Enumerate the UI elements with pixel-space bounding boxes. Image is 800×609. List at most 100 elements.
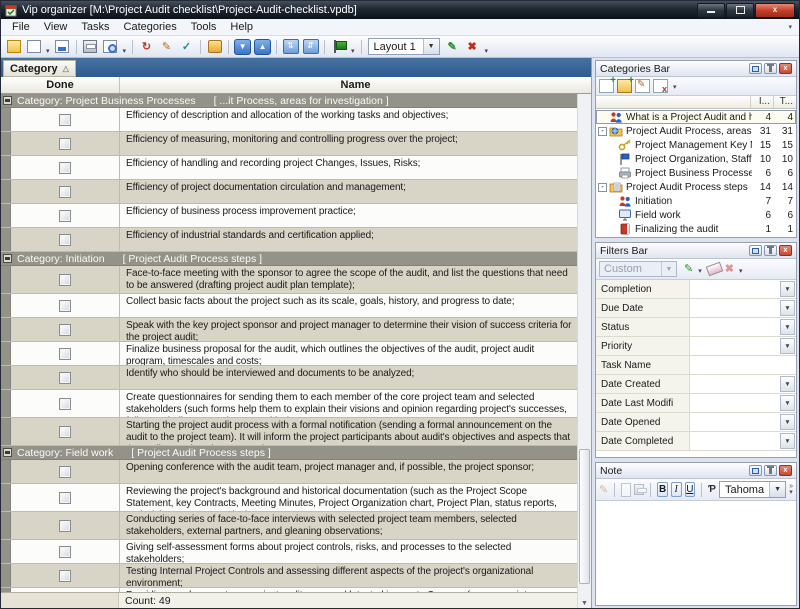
move-down-button[interactable]: ▼ xyxy=(233,38,252,56)
scrollbar-thumb[interactable] xyxy=(579,449,590,585)
underline-button[interactable]: U xyxy=(685,482,696,497)
collapse-group-icon[interactable] xyxy=(3,254,12,263)
filter-dropdown-icon[interactable]: ▼ xyxy=(780,281,795,297)
move-up-button[interactable]: ▲ xyxy=(253,38,272,56)
print-note-icon[interactable] xyxy=(634,484,644,495)
panel-close-button[interactable]: x xyxy=(779,63,792,74)
font-select[interactable]: Tahoma ▼ xyxy=(719,481,786,498)
task-checkbox[interactable] xyxy=(59,274,71,286)
collapse-node-icon[interactable]: - xyxy=(598,183,607,192)
task-row[interactable]: Conducting series of face-to-face interv… xyxy=(1,512,577,540)
task-checkbox[interactable] xyxy=(59,162,71,174)
task-checkbox[interactable] xyxy=(59,398,71,410)
task-row[interactable]: Efficiency of business process improveme… xyxy=(1,204,577,228)
panel-pin-button[interactable] xyxy=(764,465,777,476)
panel-pin-button[interactable] xyxy=(764,245,777,256)
category-row[interactable]: -Project Audit Process steps1414 xyxy=(596,180,796,194)
category-row[interactable]: -Project Audit Process, areas for invest… xyxy=(596,124,796,138)
category-row[interactable]: Initiation77 xyxy=(596,194,796,208)
filter-preset-select[interactable]: Custom ▼ xyxy=(599,261,677,277)
task-checkbox[interactable] xyxy=(59,138,71,150)
print-overflow-icon[interactable]: ▾ xyxy=(121,47,129,57)
category-row[interactable]: Finalizing the audit11 xyxy=(596,222,796,236)
filter-dropdown-icon[interactable]: ▼ xyxy=(780,433,795,449)
category-row[interactable]: Project Organization, Staffing and Resou… xyxy=(596,152,796,166)
toolbar-overflow-icon[interactable]: ▾ xyxy=(483,47,491,57)
menubar-overflow-icon[interactable]: ▾ xyxy=(788,23,795,31)
apply-filter-dropdown-icon[interactable]: ▾ xyxy=(696,267,704,277)
collapse-group-icon[interactable] xyxy=(3,96,12,105)
task-row[interactable]: Opening conference with the audit team, … xyxy=(1,460,577,484)
menu-tools[interactable]: Tools xyxy=(184,20,224,34)
task-row[interactable]: Identify who should be interviewed and d… xyxy=(1,366,577,390)
filters-overflow-icon[interactable]: ▾ xyxy=(737,267,745,277)
task-checkbox[interactable] xyxy=(59,348,71,360)
close-button[interactable]: x xyxy=(755,3,795,18)
save-task-button[interactable] xyxy=(53,38,72,56)
group-header[interactable]: Category: Field work[ Project Audit Proc… xyxy=(1,446,577,460)
workspace-flag-button[interactable] xyxy=(329,38,348,56)
menu-categories[interactable]: Categories xyxy=(117,20,184,34)
print-button[interactable] xyxy=(81,38,100,56)
category-row[interactable]: Field work66 xyxy=(596,208,796,222)
panel-restore-button[interactable] xyxy=(749,245,762,256)
complete-task-button[interactable]: ✓ xyxy=(177,38,196,56)
task-row[interactable]: Efficiency of description and allocation… xyxy=(1,108,577,132)
new-note-button[interactable] xyxy=(4,38,23,56)
group-by-category-tab[interactable]: Category △ xyxy=(3,60,76,77)
clear-filter-icon[interactable] xyxy=(705,262,723,277)
task-row[interactable]: Collect basic facts about the project su… xyxy=(1,294,577,318)
new-task-dropdown-icon[interactable]: ▾ xyxy=(44,47,52,57)
task-row[interactable]: Speak with the key project sponsor and p… xyxy=(1,318,577,342)
scroll-down-icon[interactable]: ▼ xyxy=(578,600,591,607)
note-content[interactable] xyxy=(596,501,796,605)
delete-layout-button[interactable]: ✖ xyxy=(463,38,482,56)
categories-overflow-icon[interactable]: ▾ xyxy=(671,83,679,93)
panel-close-button[interactable]: x xyxy=(779,465,792,476)
new-task-button[interactable] xyxy=(24,38,43,56)
edit-category-button[interactable] xyxy=(635,79,650,93)
maximize-button[interactable] xyxy=(726,3,754,18)
task-checkbox[interactable] xyxy=(59,324,71,336)
category-row[interactable]: Project Business Processes66 xyxy=(596,166,796,180)
bold-button[interactable]: B xyxy=(657,482,668,497)
layout-select[interactable]: Layout 1 ▼ xyxy=(368,38,440,55)
filter-value[interactable] xyxy=(690,337,779,355)
list-scrollbar[interactable]: ▼ xyxy=(577,94,591,608)
task-checkbox[interactable] xyxy=(59,186,71,198)
filter-dropdown-icon[interactable]: ▼ xyxy=(780,414,795,430)
menu-view[interactable]: View xyxy=(37,20,75,34)
task-checkbox[interactable] xyxy=(59,466,71,478)
filter-value[interactable] xyxy=(690,318,779,336)
task-checkbox[interactable] xyxy=(59,372,71,384)
task-checkbox[interactable] xyxy=(59,570,71,582)
group-header[interactable]: Category: Project Business Processes[ ..… xyxy=(1,94,577,108)
print-preview-button[interactable] xyxy=(101,38,120,56)
panel-restore-button[interactable] xyxy=(749,63,762,74)
filter-value[interactable] xyxy=(690,375,779,393)
delete-category-button[interactable] xyxy=(653,79,668,93)
filter-dropdown-icon[interactable]: ▼ xyxy=(780,395,795,411)
panel-close-button[interactable]: x xyxy=(779,245,792,256)
task-row[interactable]: Testing Internal Project Controls and as… xyxy=(1,564,577,588)
edit-task-button[interactable]: ✎ xyxy=(157,38,176,56)
task-row[interactable]: Starting the project audit process with … xyxy=(1,418,577,446)
task-row[interactable]: Giving self-assessment forms about proje… xyxy=(1,540,577,564)
panel-pin-button[interactable] xyxy=(764,63,777,74)
menu-help[interactable]: Help xyxy=(223,20,260,34)
filter-dropdown-icon[interactable]: ▼ xyxy=(780,319,795,335)
new-subcategory-button[interactable] xyxy=(617,79,632,93)
new-category-button[interactable] xyxy=(599,79,614,93)
edit-note-icon[interactable]: ✎ xyxy=(599,484,608,496)
task-row[interactable]: Efficiency of handling and recording pro… xyxy=(1,156,577,180)
task-row[interactable]: Reviewing the project's background and h… xyxy=(1,484,577,512)
category-row[interactable]: Project Management Key Matters1515 xyxy=(596,138,796,152)
filter-value[interactable] xyxy=(690,394,779,412)
group-header[interactable]: Category: Initiation[ Project Audit Proc… xyxy=(1,252,577,266)
filter-value[interactable] xyxy=(690,356,796,374)
menu-file[interactable]: File xyxy=(5,20,37,34)
category-row-selected[interactable]: What is a Project Audit and how is it us… xyxy=(596,110,796,124)
assign-task-button[interactable] xyxy=(205,38,224,56)
delete-filter-icon[interactable]: ✖ xyxy=(725,263,734,275)
menu-tasks[interactable]: Tasks xyxy=(74,20,116,34)
